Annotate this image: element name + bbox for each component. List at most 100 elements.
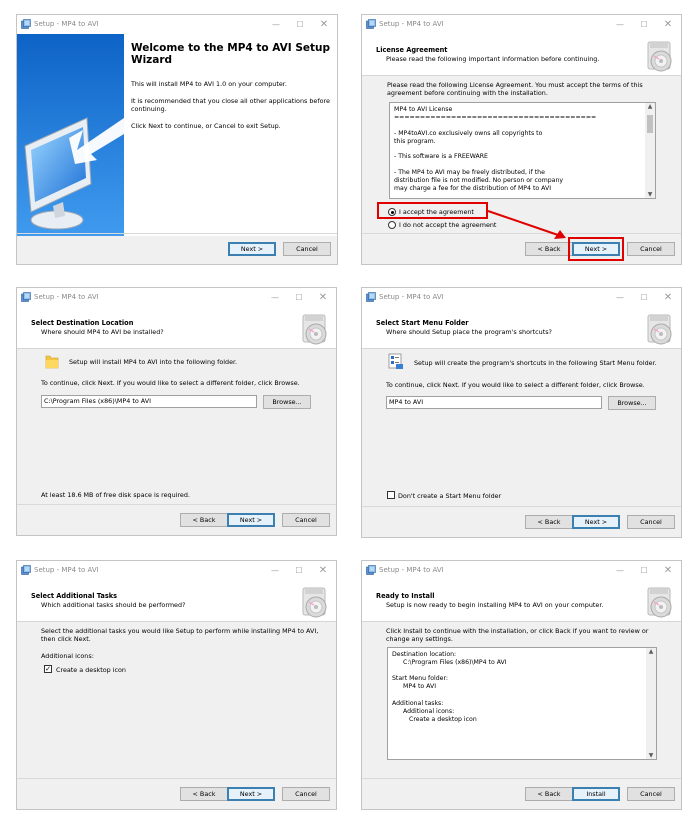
license-line: - This software is a FREEWARE: [394, 153, 488, 160]
cancel-button[interactable]: Cancel: [627, 515, 675, 529]
window-title: Setup - MP4 to AVI: [379, 293, 444, 301]
maximize-icon[interactable]: ☐: [289, 17, 311, 32]
title-bar[interactable]: Setup - MP4 to AVI — ☐ ✕: [362, 15, 681, 34]
maximize-icon[interactable]: ☐: [633, 563, 655, 578]
welcome-recommendation: It is recommended that you close all oth…: [131, 97, 330, 113]
no-startmenu-checkbox[interactable]: [387, 491, 395, 499]
page-title: License Agreement: [376, 46, 448, 54]
license-scrollbar[interactable]: ▲ ▼: [645, 103, 655, 198]
cancel-button[interactable]: Cancel: [627, 242, 675, 256]
license-window: Setup - MP4 to AVI — ☐ ✕ License Agreeme…: [361, 14, 682, 265]
page-header: Select Additional Tasks Which additional…: [17, 580, 336, 622]
summary-line: Additional tasks:: [392, 700, 444, 707]
maximize-icon[interactable]: ☐: [633, 17, 655, 32]
startmenu-info: Setup will create the program's shortcut…: [414, 359, 657, 367]
browse-button[interactable]: Browse...: [263, 395, 311, 409]
startmenu-window: Setup - MP4 to AVI — ☐ ✕ Select Start Me…: [361, 287, 682, 538]
next-button[interactable]: Next >: [227, 787, 275, 801]
back-button[interactable]: < Back: [180, 513, 228, 527]
no-startmenu-label[interactable]: Don't create a Start Menu folder: [398, 492, 501, 500]
setup-app-icon: [21, 19, 31, 29]
back-button[interactable]: < Back: [180, 787, 228, 801]
setup-app-icon: [21, 292, 31, 302]
ready-window: Setup - MP4 to AVI — ☐ ✕ Ready to Instal…: [361, 560, 682, 810]
summary-line: MP4 to AVI: [403, 683, 437, 690]
install-button[interactable]: Install: [572, 787, 620, 801]
close-icon[interactable]: ✕: [657, 563, 679, 578]
cancel-button[interactable]: Cancel: [627, 787, 675, 801]
license-line: - MP4toAVI.co exclusively owns all copyr…: [394, 130, 543, 137]
close-icon[interactable]: ✕: [313, 17, 335, 32]
license-line: distribution file is not modified. No pe…: [394, 177, 564, 184]
ready-summary-box[interactable]: Destination location: C:\Program Files (…: [387, 647, 657, 760]
maximize-icon[interactable]: ☐: [288, 290, 310, 305]
cancel-button[interactable]: Cancel: [283, 242, 331, 256]
back-button[interactable]: < Back: [525, 515, 573, 529]
title-bar[interactable]: Setup - MP4 to AVI — ☐ ✕: [362, 561, 681, 580]
page-subtitle: Where should Setup place the program's s…: [386, 328, 552, 336]
close-icon[interactable]: ✕: [657, 17, 679, 32]
cancel-button[interactable]: Cancel: [282, 513, 330, 527]
welcome-window: Setup - MP4 to AVI — ☐ ✕ Welcome to the …: [16, 14, 338, 265]
minimize-icon[interactable]: —: [264, 563, 286, 578]
next-button[interactable]: Next >: [227, 513, 275, 527]
cd-disc-icon: [645, 313, 675, 345]
back-button[interactable]: < Back: [525, 242, 573, 256]
cancel-button[interactable]: Cancel: [282, 787, 330, 801]
destination-path-input[interactable]: C:\Program Files (x86)\MP4 to AVI: [41, 395, 257, 408]
scroll-thumb[interactable]: [647, 115, 653, 133]
maximize-icon[interactable]: ☐: [633, 290, 655, 305]
title-bar[interactable]: Setup - MP4 to AVI — ☐ ✕: [17, 288, 336, 307]
page-header: License Agreement Please read the follow…: [362, 34, 681, 76]
title-bar[interactable]: Setup - MP4 to AVI — ☐ ✕: [17, 561, 336, 580]
minimize-icon[interactable]: —: [609, 290, 631, 305]
minimize-icon[interactable]: —: [264, 290, 286, 305]
wizard-side-panel: [17, 34, 124, 236]
close-icon[interactable]: ✕: [657, 290, 679, 305]
cd-disc-icon: [645, 40, 675, 72]
page-title: Select Destination Location: [31, 319, 134, 327]
destination-instruction: To continue, click Next. If you would li…: [41, 379, 300, 387]
minimize-icon[interactable]: —: [265, 17, 287, 32]
window-title: Setup - MP4 to AVI: [34, 293, 99, 301]
scroll-down-icon[interactable]: ▼: [646, 752, 656, 759]
decline-radio[interactable]: [388, 221, 396, 229]
tasks-window: Setup - MP4 to AVI — ☐ ✕ Select Addition…: [16, 560, 337, 810]
monitor-arrow-graphic: [17, 34, 124, 236]
scroll-down-icon[interactable]: ▼: [645, 191, 655, 198]
desktop-icon-checkbox[interactable]: ✓: [44, 665, 52, 673]
next-button[interactable]: Next >: [228, 242, 276, 256]
back-button[interactable]: < Back: [525, 787, 573, 801]
tasks-intro: Select the additional tasks you would li…: [41, 627, 319, 643]
scroll-up-icon[interactable]: ▲: [646, 648, 656, 655]
title-bar[interactable]: Setup - MP4 to AVI — ☐ ✕: [362, 288, 681, 307]
page-subtitle: Which additional tasks should be perform…: [41, 601, 186, 609]
next-highlight: [568, 237, 624, 261]
scroll-up-icon[interactable]: ▲: [645, 103, 655, 110]
title-bar[interactable]: Setup - MP4 to AVI — ☐ ✕: [17, 15, 337, 34]
minimize-icon[interactable]: —: [609, 17, 631, 32]
page-title: Select Start Menu Folder: [376, 319, 469, 327]
summary-scrollbar[interactable]: ▲ ▼: [646, 648, 656, 759]
page-subtitle: Setup is now ready to begin installing M…: [386, 601, 604, 609]
next-button[interactable]: Next >: [572, 515, 620, 529]
maximize-icon[interactable]: ☐: [288, 563, 310, 578]
cd-disc-icon: [300, 586, 330, 618]
page-header: Ready to Install Setup is now ready to b…: [362, 580, 681, 622]
startmenu-folder-input[interactable]: MP4 to AVI: [386, 396, 602, 409]
tasks-group-label: Additional icons:: [41, 652, 94, 660]
browse-button[interactable]: Browse...: [608, 396, 656, 410]
license-line: this program.: [394, 138, 436, 145]
setup-app-icon: [366, 565, 376, 575]
license-line: - The MP4 to AVI may be freely distribut…: [394, 169, 545, 176]
accept-highlight: [377, 202, 488, 219]
close-icon[interactable]: ✕: [312, 290, 334, 305]
cd-disc-icon: [645, 586, 675, 618]
license-text-box[interactable]: MP4 to AVI License =====================…: [389, 102, 656, 199]
page-header: Select Destination Location Where should…: [17, 307, 336, 349]
license-line: MP4 to AVI License: [394, 106, 453, 113]
desktop-icon-label[interactable]: Create a desktop icon: [56, 666, 126, 674]
close-icon[interactable]: ✕: [312, 563, 334, 578]
minimize-icon[interactable]: —: [609, 563, 631, 578]
welcome-intro: This will install MP4 to AVI 1.0 on your…: [131, 80, 287, 88]
